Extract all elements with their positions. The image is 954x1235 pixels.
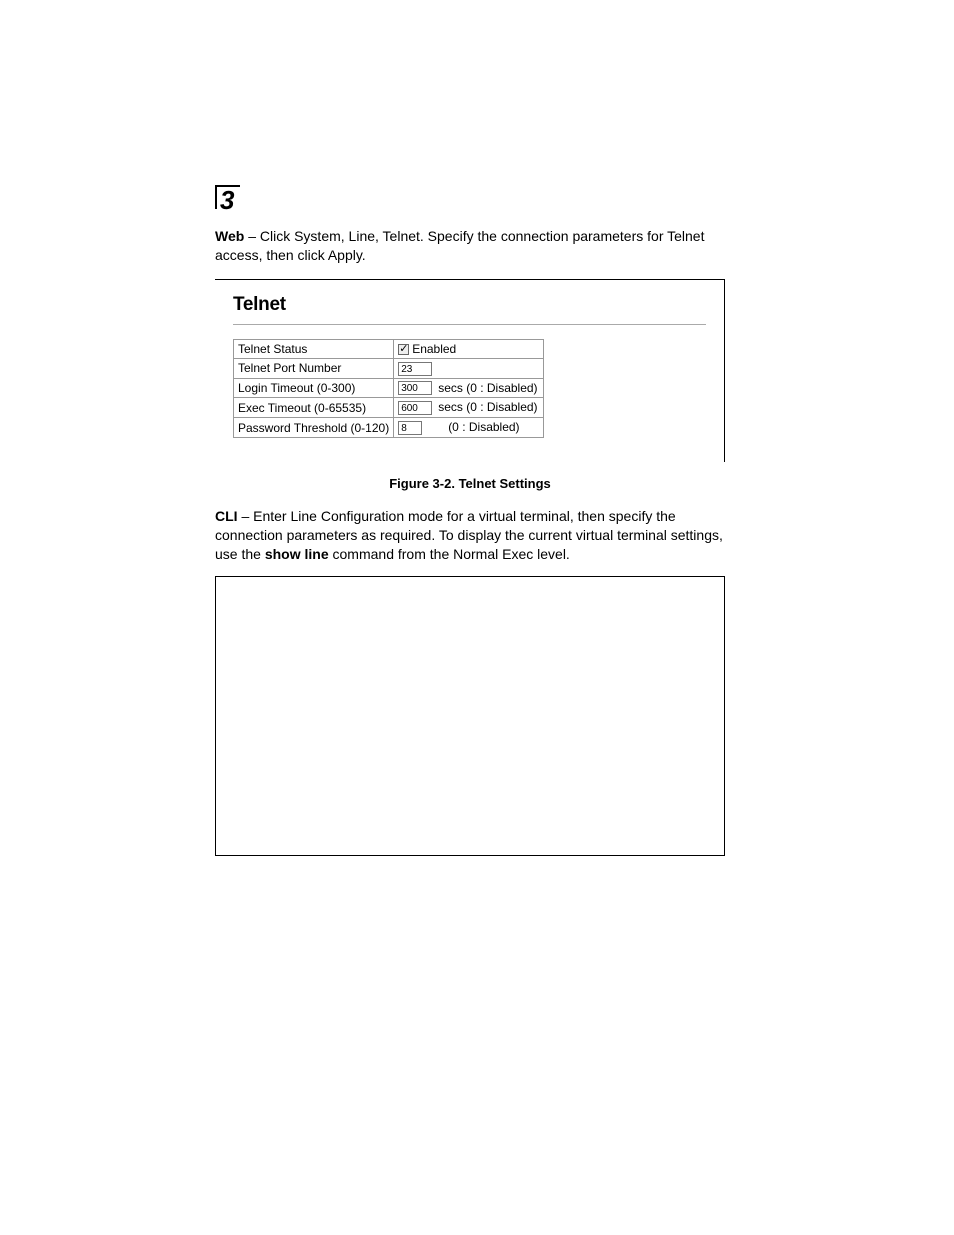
- cli-text-2: command from the Normal Exec level.: [329, 546, 570, 562]
- login-timeout-unit: secs (0 : Disabled): [432, 381, 537, 395]
- panel-title: Telnet: [233, 294, 706, 325]
- enabled-checkbox[interactable]: [398, 344, 409, 355]
- enabled-label: Enabled: [412, 342, 456, 356]
- row-password-threshold: Password Threshold (0-120) 8(0 : Disable…: [234, 418, 544, 438]
- password-threshold-input[interactable]: 8: [398, 421, 422, 435]
- row-telnet-status: Telnet Status Enabled: [234, 339, 544, 358]
- value-exec-timeout: 600secs (0 : Disabled): [394, 398, 544, 418]
- web-text: – Click System, Line, Telnet. Specify th…: [215, 228, 704, 263]
- row-exec-timeout: Exec Timeout (0-65535) 600secs (0 : Disa…: [234, 398, 544, 418]
- row-login-timeout: Login Timeout (0-300) 300secs (0 : Disab…: [234, 378, 544, 398]
- web-lead: Web: [215, 228, 244, 244]
- login-timeout-input[interactable]: 300: [398, 381, 432, 395]
- label-password-threshold: Password Threshold (0-120): [234, 418, 394, 438]
- exec-timeout-input[interactable]: 600: [398, 401, 432, 415]
- telnet-panel: Telnet Telnet Status Enabled Telnet Port…: [215, 279, 725, 462]
- label-telnet-status: Telnet Status: [234, 339, 394, 358]
- figure-caption: Figure 3-2. Telnet Settings: [215, 476, 725, 491]
- row-port: Telnet Port Number 23: [234, 358, 544, 378]
- cli-command: show line: [265, 546, 329, 562]
- label-port: Telnet Port Number: [234, 358, 394, 378]
- exec-timeout-unit: secs (0 : Disabled): [432, 400, 537, 414]
- value-password-threshold: 8(0 : Disabled): [394, 418, 544, 438]
- port-input[interactable]: 23: [398, 362, 432, 376]
- chapter-number: 3: [215, 185, 240, 209]
- cli-instructions: CLI – Enter Line Configuration mode for …: [215, 507, 725, 564]
- cli-lead: CLI: [215, 508, 238, 524]
- web-instructions: Web – Click System, Line, Telnet. Specif…: [215, 227, 725, 265]
- value-login-timeout: 300secs (0 : Disabled): [394, 378, 544, 398]
- cli-output-box: [215, 576, 725, 856]
- label-exec-timeout: Exec Timeout (0-65535): [234, 398, 394, 418]
- password-threshold-unit: (0 : Disabled): [422, 420, 519, 434]
- label-login-timeout: Login Timeout (0-300): [234, 378, 394, 398]
- value-port: 23: [394, 358, 544, 378]
- settings-table: Telnet Status Enabled Telnet Port Number…: [233, 339, 544, 438]
- value-telnet-status: Enabled: [394, 339, 544, 358]
